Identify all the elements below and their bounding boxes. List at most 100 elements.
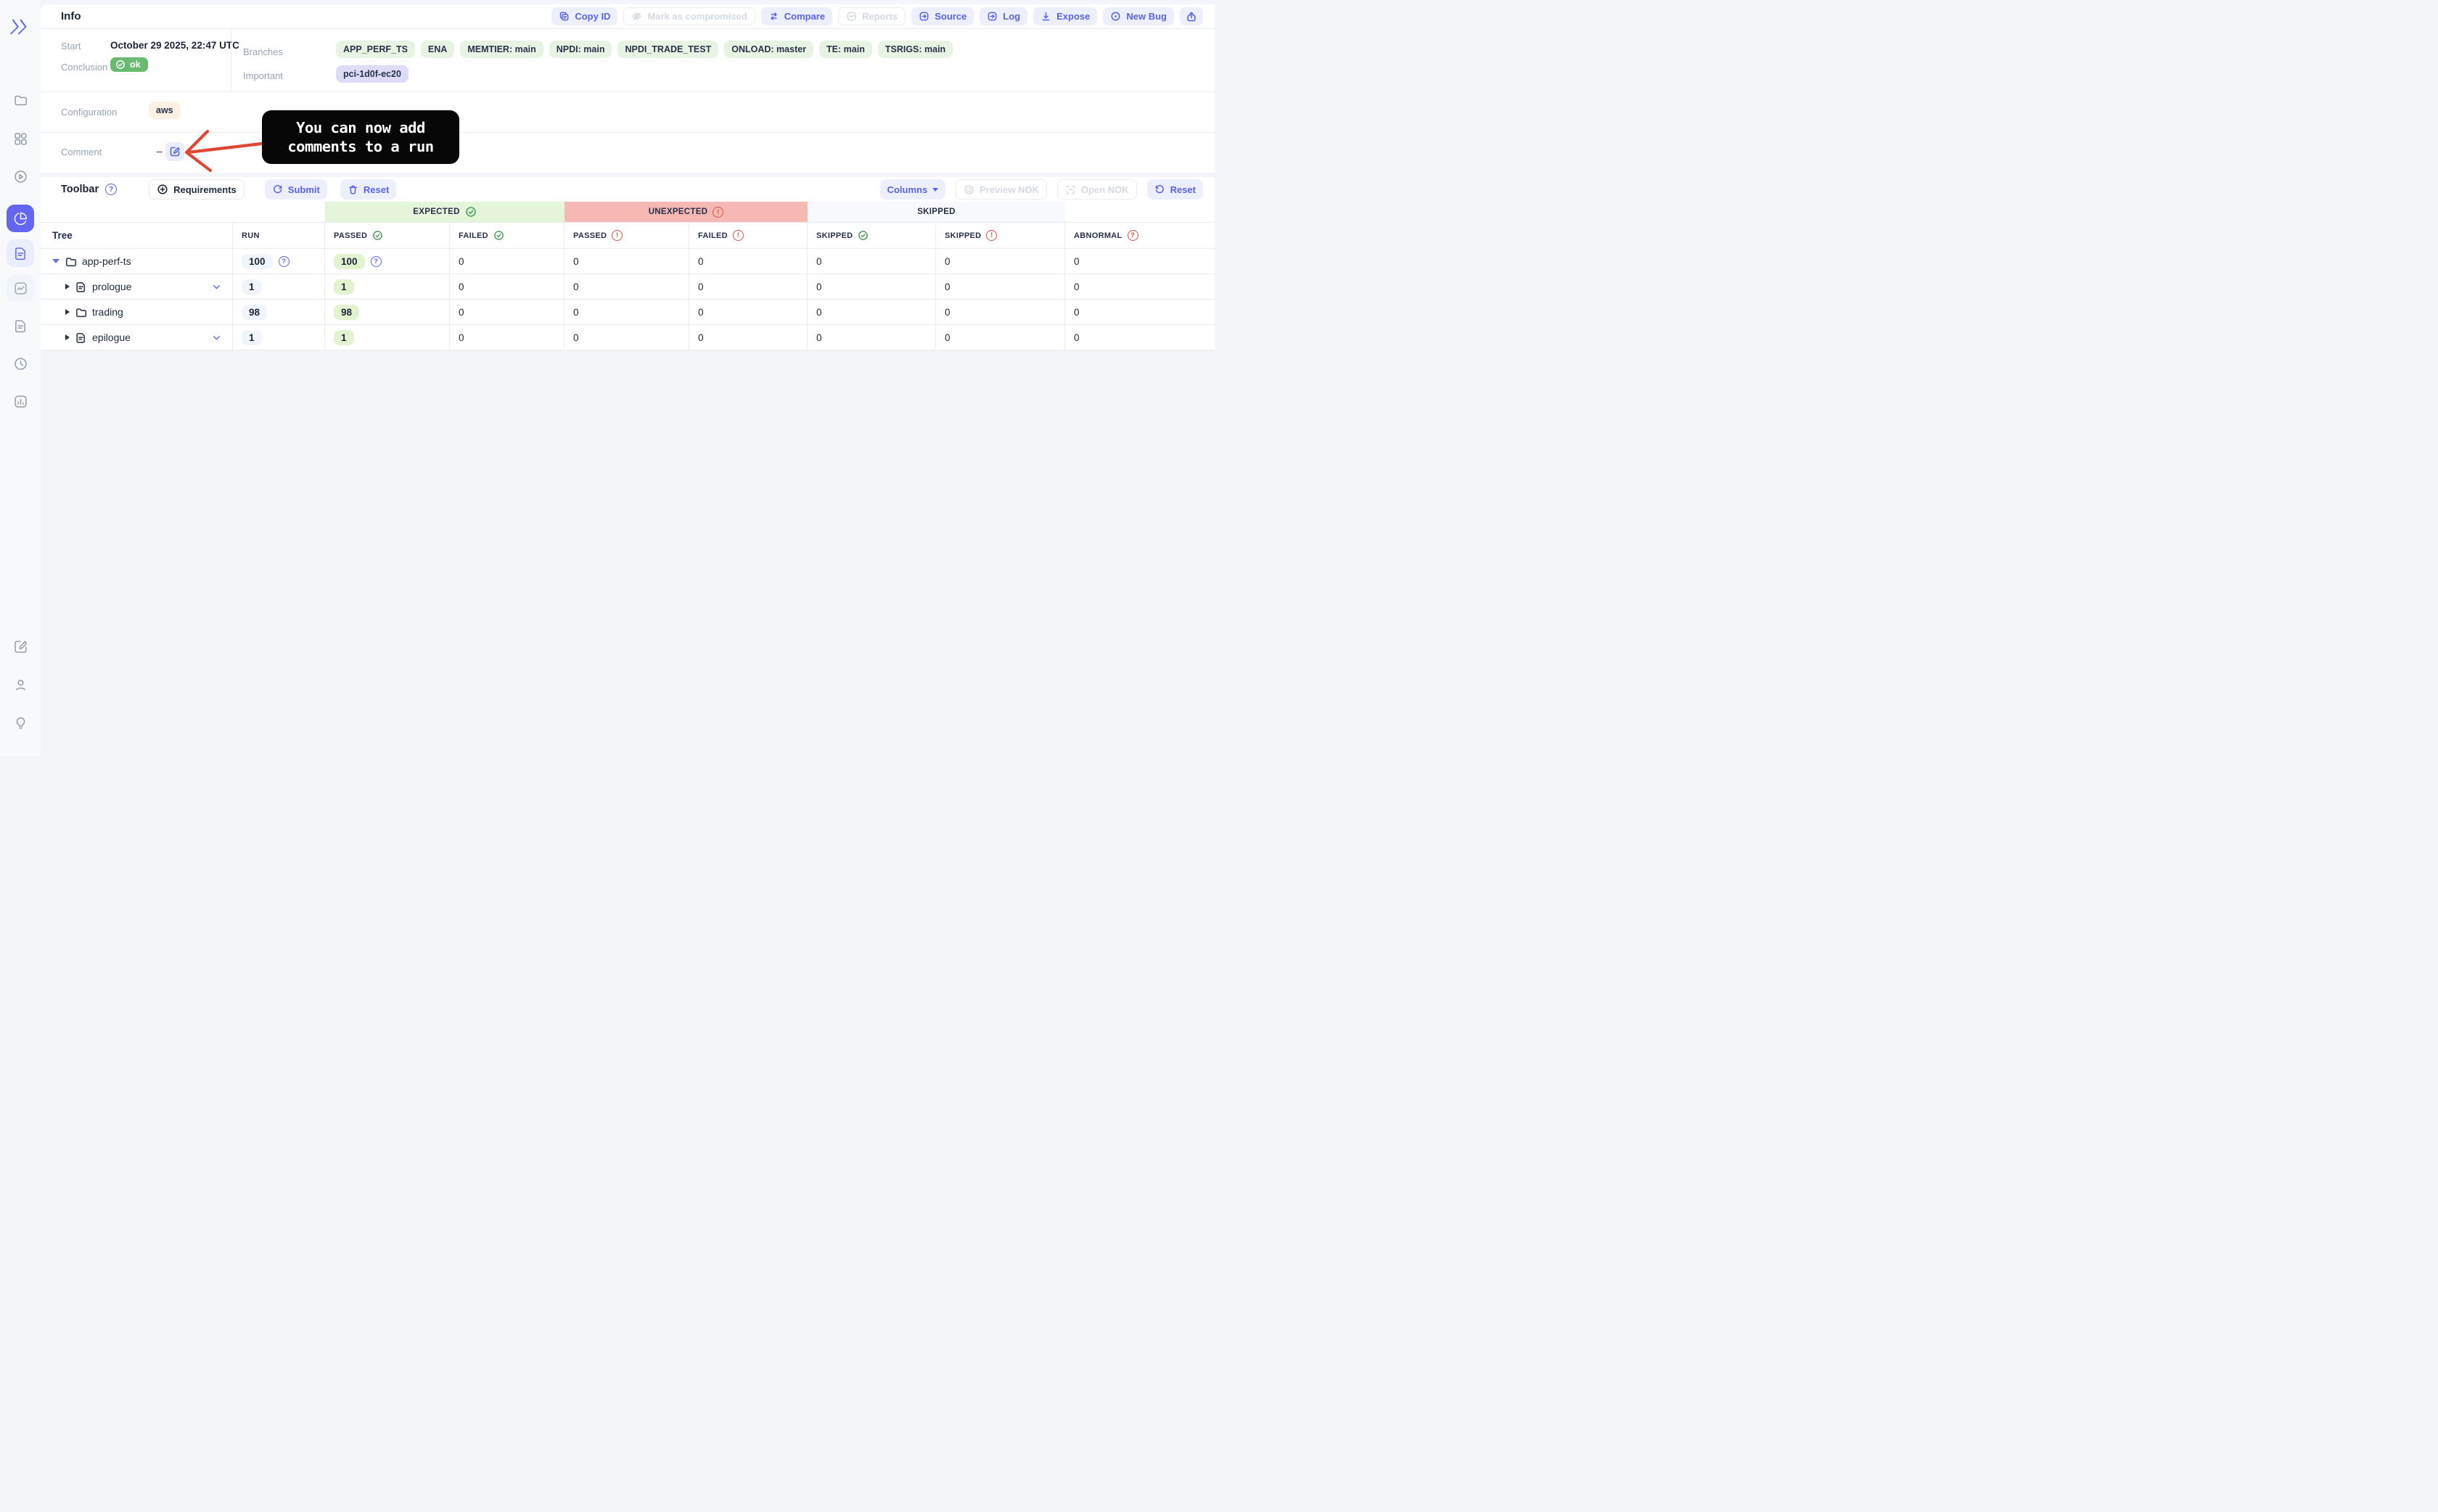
sidebar-item-runs[interactable] — [7, 86, 34, 114]
toolbar-title: Toolbar — [61, 184, 99, 195]
cell-passed-expected: 1 — [325, 274, 450, 300]
tree-row-app-perf-ts[interactable]: app-perf-ts — [41, 249, 233, 274]
help-icon[interactable]: ? — [370, 255, 382, 267]
cell-failed-expected: 0 — [450, 300, 565, 325]
reset-button[interactable]: Reset — [340, 179, 397, 200]
sidebar-item-dashboard[interactable] — [7, 125, 34, 152]
cell-passed-expected: 98 — [325, 300, 450, 325]
sidebar-item-logs[interactable] — [7, 312, 34, 340]
share-button[interactable] — [1180, 7, 1203, 25]
document-icon — [13, 246, 28, 261]
cell-skipped-unexpected: 0 — [936, 300, 1065, 325]
branch-tag[interactable]: ENA — [420, 41, 455, 58]
eye-off-icon — [631, 11, 642, 22]
scan-brackets-icon — [1065, 184, 1076, 195]
file-icon — [75, 281, 87, 293]
compare-arrows-icon — [768, 11, 779, 22]
sidebar-item-edit[interactable] — [7, 633, 34, 660]
copy-id-button[interactable]: Copy ID — [551, 7, 618, 25]
cell-passed-unexpected: 0 — [565, 249, 689, 274]
branch-tag[interactable]: APP_PERF_TS — [336, 41, 415, 58]
reports-button[interactable]: Reports — [838, 7, 906, 25]
cell-abnormal: 0 — [1065, 300, 1215, 325]
sidebar-item-history[interactable] — [7, 350, 34, 377]
open-nok-button[interactable]: Open NOK — [1056, 179, 1137, 200]
branch-tag[interactable]: NPDI: main — [549, 41, 612, 58]
tree-row-trading[interactable]: trading — [41, 300, 233, 325]
column-header-skipped-expected[interactable]: SKIPPED — [808, 223, 936, 249]
important-tag[interactable]: pci-1d0f-ec20 — [336, 65, 409, 83]
caret-right-icon[interactable] — [65, 284, 70, 289]
new-bug-button[interactable]: New Bug — [1103, 7, 1174, 25]
cell-failed-unexpected: 0 — [689, 325, 808, 350]
preview-nok-button[interactable]: Preview NOK — [956, 179, 1047, 200]
cell-run: 98 — [233, 300, 325, 325]
reset-view-button[interactable]: Reset — [1146, 179, 1203, 200]
user-icon — [13, 678, 28, 693]
caret-down-icon[interactable] — [52, 259, 59, 263]
caret-right-icon[interactable] — [65, 334, 70, 340]
cell-abnormal: 0 — [1065, 325, 1215, 350]
exclamation-circle-icon: ! — [713, 206, 724, 218]
cell-failed-expected: 0 — [450, 325, 565, 350]
sidebar-item-measurements[interactable] — [7, 387, 34, 415]
check-circle-icon — [465, 206, 477, 218]
sidebar-item-run-details[interactable] — [7, 239, 34, 267]
double-chevron-logo-icon — [8, 17, 30, 36]
branch-tag[interactable]: ONLOAD: master — [724, 41, 814, 58]
tree-row-prologue[interactable]: prologue — [41, 274, 233, 300]
tree-row-epilogue[interactable]: epilogue — [41, 325, 233, 350]
annotation-line1: You can now add — [296, 119, 425, 136]
group-header-expected: EXPECTED — [325, 202, 565, 223]
caret-right-icon[interactable] — [65, 309, 70, 315]
column-header-skipped-unexpected[interactable]: SKIPPED ! — [936, 223, 1065, 249]
column-header-passed-expected[interactable]: PASSED — [325, 223, 450, 249]
question-circle-icon: ? — [1127, 230, 1138, 241]
start-value: October 29 2025, 22:47 UTC — [110, 40, 239, 51]
help-icon[interactable]: ? — [278, 255, 290, 267]
cell-skipped-expected: 0 — [808, 325, 936, 350]
comment-value: – — [157, 146, 163, 157]
compare-button[interactable]: Compare — [760, 7, 833, 25]
check-circle-icon — [372, 230, 383, 241]
branch-tag[interactable]: MEMTIER: main — [460, 41, 543, 58]
sidebar-item-help[interactable] — [7, 709, 34, 736]
mark-compromised-button[interactable]: Mark as compromised — [623, 7, 755, 25]
lightbulb-icon — [13, 715, 28, 731]
column-header-failed-unexpected[interactable]: FAILED ! — [689, 223, 808, 249]
column-header-failed-expected[interactable]: FAILED — [450, 223, 565, 249]
submit-button[interactable]: Submit — [264, 179, 327, 200]
group-header-unexpected: UNEXPECTED ! — [565, 202, 808, 223]
chevron-down-icon[interactable] — [211, 332, 222, 343]
cell-passed-unexpected: 0 — [565, 274, 689, 300]
cell-skipped-unexpected: 0 — [936, 274, 1065, 300]
clock-icon — [13, 356, 28, 371]
requirements-button[interactable]: Requirements — [149, 179, 245, 200]
branch-tag[interactable]: TSRIGS: main — [877, 41, 953, 58]
chevron-down-icon[interactable] — [211, 282, 222, 292]
column-header-abnormal[interactable]: ABNORMAL ? — [1065, 223, 1215, 249]
column-header-passed-unexpected[interactable]: PASSED ! — [565, 223, 689, 249]
annotation-line2: comments to a run — [287, 138, 434, 155]
share-icon — [1186, 11, 1197, 22]
branch-tag[interactable]: TE: main — [819, 41, 872, 58]
column-header-run[interactable]: RUN — [233, 223, 325, 249]
sidebar-item-live[interactable] — [7, 163, 34, 190]
expose-button[interactable]: Expose — [1033, 7, 1098, 25]
preview-eye-icon — [964, 184, 974, 195]
configuration-label: Configuration — [61, 107, 118, 118]
sidebar-item-profile[interactable] — [7, 671, 34, 699]
cell-abnormal: 0 — [1065, 274, 1215, 300]
source-button[interactable]: Source — [911, 7, 974, 25]
log-button[interactable]: Log — [980, 7, 1028, 25]
sidebar — [0, 0, 41, 756]
app-logo[interactable] — [8, 17, 30, 36]
branch-tag[interactable]: NPDI_TRADE_TEST — [617, 41, 719, 58]
columns-dropdown[interactable]: Columns — [879, 179, 946, 200]
exclamation-circle-icon: ! — [986, 230, 998, 241]
help-icon[interactable]: ? — [105, 184, 118, 195]
cell-skipped-expected: 0 — [808, 300, 936, 325]
cell-skipped-expected: 0 — [808, 249, 936, 274]
sidebar-item-history-chart[interactable] — [7, 274, 34, 302]
sidebar-item-run-report[interactable] — [7, 205, 34, 232]
